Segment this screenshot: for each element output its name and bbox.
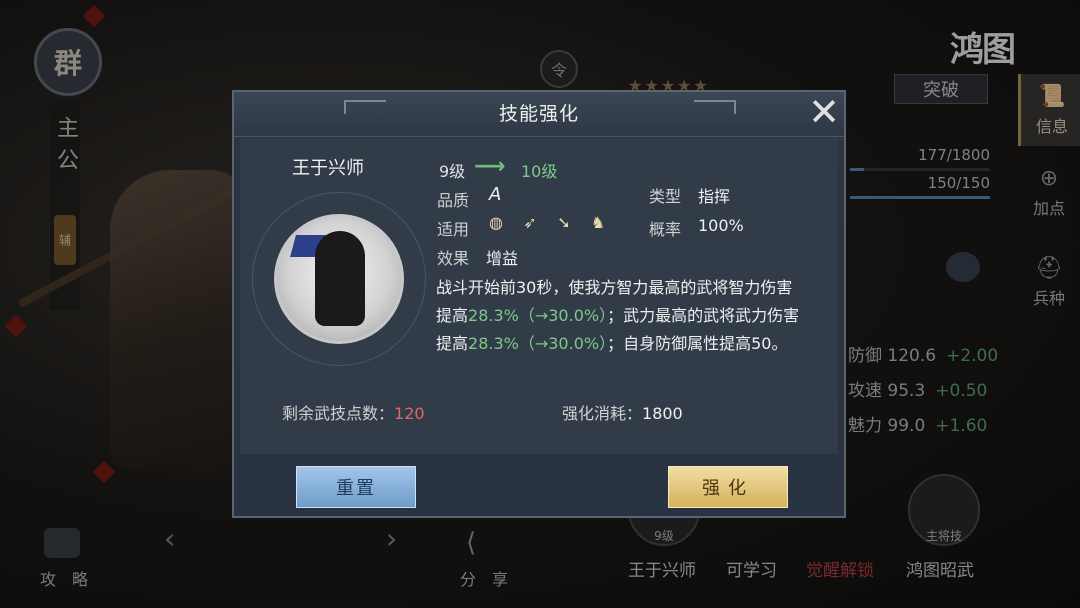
- level-current: 9级: [439, 162, 466, 181]
- effect-label: 效果: [437, 249, 470, 268]
- close-icon[interactable]: ✕: [802, 90, 846, 134]
- horse-icon: ♞: [590, 212, 606, 232]
- remaining-points: 剩余武技点数：120: [282, 404, 425, 423]
- arrow-right-icon: ⟶: [474, 154, 506, 179]
- spear-icon: ➘: [557, 212, 571, 232]
- reset-button[interactable]: 重置: [296, 466, 416, 508]
- apply-icons: ◍ ➶ ➘ ♞: [486, 212, 608, 232]
- skill-enhance-dialog: 技能强化 ✕ 王于兴师 9级 ⟶ 10级 品质 A 类型 指挥 适用 ◍ ➶ ➘…: [232, 90, 846, 518]
- level-next: 10级: [521, 162, 558, 181]
- quality-label: 品质: [437, 191, 470, 210]
- dialog-header: 技能强化 ✕: [234, 90, 846, 137]
- warrior-silhouette: [315, 231, 365, 326]
- quality-value: A: [489, 184, 502, 205]
- enhance-button[interactable]: 强化: [668, 466, 788, 508]
- type-value: 指挥: [698, 187, 731, 206]
- skill-description: 战斗开始前30秒，使我方智力最高的武将智力伤害提高28.3%（→30.0%）；武…: [436, 278, 800, 353]
- apply-label: 适用: [437, 220, 470, 239]
- rate-value: 100%: [698, 216, 744, 235]
- skill-name: 王于兴师: [292, 158, 364, 179]
- rate-label: 概率: [649, 220, 682, 239]
- shield-icon: ◍: [489, 212, 503, 232]
- skill-icon: [274, 214, 404, 344]
- dialog-title: 技能强化: [498, 103, 579, 125]
- enhance-cost: 强化消耗：1800: [562, 404, 683, 423]
- type-label: 类型: [649, 187, 682, 206]
- bow-icon: ➶: [523, 212, 537, 232]
- effect-value: 增益: [486, 249, 519, 268]
